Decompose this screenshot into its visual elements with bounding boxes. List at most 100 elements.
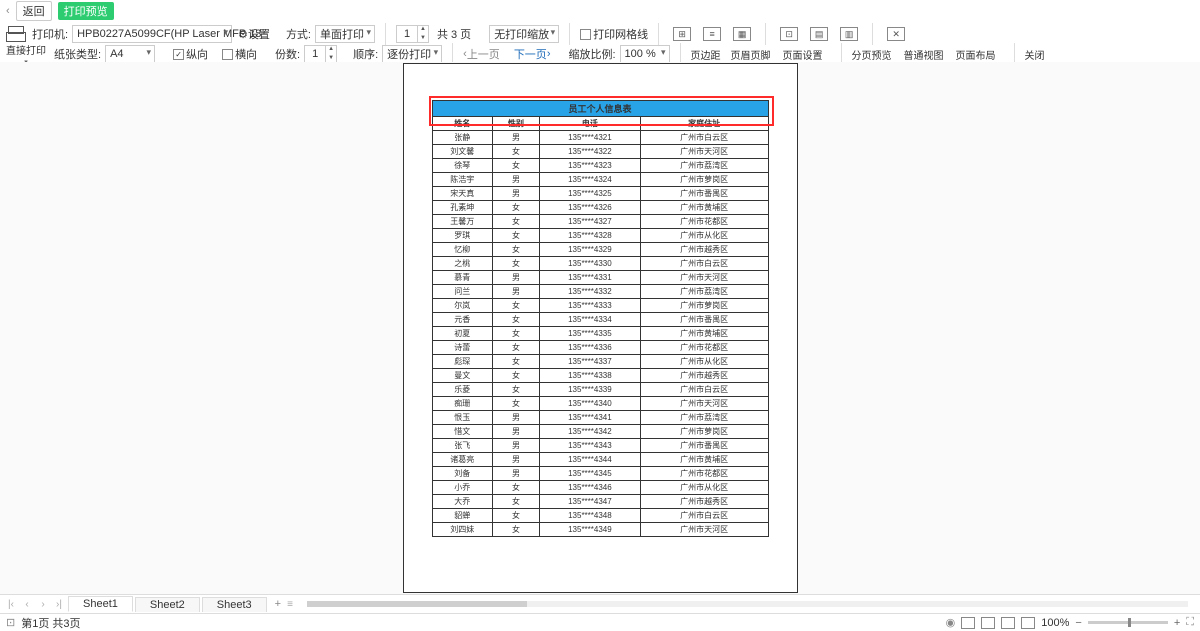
table-row: 刘备男135****4345广州市花都区: [432, 467, 768, 481]
table-row: 王馨万女135****4327广州市花都区: [432, 215, 768, 229]
copies-value: 1: [305, 48, 325, 60]
table-row: 之桃女135****4330广州市白云区: [432, 257, 768, 271]
page-preview: 员工个人信息表 姓名 性别 电话 家庭住址 张静男135****4321广州市白…: [403, 63, 798, 593]
tab-sheet3[interactable]: Sheet3: [202, 597, 267, 612]
table-row: 恨玉男135****4341广州市荔湾区: [432, 411, 768, 425]
close-icon: ✕: [887, 27, 905, 41]
normal-view-icon: ▤: [810, 27, 828, 41]
view-mode-4-icon[interactable]: [1021, 617, 1035, 629]
page-spinner[interactable]: 1 ▲▼: [396, 25, 429, 43]
table-row: 尔岚女135****4333广州市萝岗区: [432, 299, 768, 313]
table-row: 小乔女135****4346广州市从化区: [432, 481, 768, 495]
mode-label: 方式:: [286, 26, 311, 42]
table-row: 诸葛亮男135****4344广州市黄埔区: [432, 453, 768, 467]
view-mode-3-icon[interactable]: [1001, 617, 1015, 629]
spin-down-icon[interactable]: ▼: [418, 34, 428, 43]
zoom-out-button[interactable]: −: [1075, 617, 1081, 629]
view-mode-1-icon[interactable]: [961, 617, 975, 629]
table-row: 罗琪女135****4328广州市从化区: [432, 229, 768, 243]
printer-select[interactable]: HPB0227A5099CF(HP Laser MFP 13: [72, 25, 232, 43]
table-row: 陈浩宇男135****4324广州市萝岗区: [432, 173, 768, 187]
normal-view-label: 普通视图: [904, 47, 952, 62]
view-mode-2-icon[interactable]: [981, 617, 995, 629]
gridlines-checkbox[interactable]: 打印网格线: [580, 26, 648, 42]
prev-page-button[interactable]: ‹ 上一页: [463, 46, 500, 62]
page-layout-icon: ▥: [840, 27, 858, 41]
margins-button[interactable]: ⊞: [669, 27, 695, 41]
zoom-slider[interactable]: [1088, 621, 1168, 624]
paper-type-label: 纸张类型:: [54, 46, 101, 62]
paper-type-select[interactable]: A4: [105, 45, 155, 63]
table-row: 孔素坤女135****4326广州市黄埔区: [432, 201, 768, 215]
fullscreen-icon[interactable]: ⛶: [1186, 616, 1194, 629]
tab-first-icon[interactable]: |‹: [4, 599, 18, 610]
next-page-button[interactable]: 下一页 ›: [514, 46, 551, 62]
print-preview-badge: 打印预览: [58, 2, 114, 20]
checkbox-icon: [580, 29, 591, 40]
direct-print-label: 直接打印: [6, 42, 46, 57]
copies-spinner[interactable]: 1 ▲▼: [304, 45, 337, 63]
portrait-checkbox[interactable]: ✓纵向: [173, 46, 208, 62]
page-preview-icon: ⊡: [780, 27, 798, 41]
mode-select[interactable]: 单面打印: [315, 25, 375, 43]
close-button[interactable]: ✕: [883, 27, 909, 41]
copies-label: 份数:: [275, 46, 300, 62]
page-setup-label: 页面设置: [783, 47, 831, 62]
spin-up-icon[interactable]: ▲: [326, 45, 336, 54]
table-row: 问兰男135****4332广州市荔湾区: [432, 285, 768, 299]
checkbox-icon: ✓: [173, 49, 184, 60]
tab-sheet2[interactable]: Sheet2: [135, 597, 200, 612]
header-footer-icon: ≡: [703, 27, 721, 41]
table-row: 忆柳女135****4329广州市越秀区: [432, 243, 768, 257]
table-row: 刘四妹女135****4349广州市天河区: [432, 523, 768, 537]
print-button[interactable]: [6, 26, 24, 42]
tab-next-icon[interactable]: ›: [36, 599, 50, 610]
page-total: 共 3 页: [437, 26, 471, 42]
return-button[interactable]: 返回: [16, 1, 52, 21]
normal-view-button[interactable]: ▤: [806, 27, 832, 41]
tab-add-button[interactable]: +: [275, 598, 281, 610]
data-table: 员工个人信息表 姓名 性别 电话 家庭住址 张静男135****4321广州市白…: [432, 100, 769, 537]
spin-up-icon[interactable]: ▲: [418, 25, 428, 34]
zoom-in-button[interactable]: +: [1174, 617, 1180, 629]
table-row: 张静男135****4321广州市白云区: [432, 131, 768, 145]
table-header-row: 姓名 性别 电话 家庭住址: [432, 117, 768, 131]
scroll-thumb[interactable]: [307, 601, 527, 607]
landscape-checkbox[interactable]: 横向: [222, 46, 257, 62]
close-label: 关闭: [1025, 47, 1055, 62]
horizontal-scrollbar[interactable]: [307, 601, 1188, 607]
table-row: 曼文女135****4338广州市越秀区: [432, 369, 768, 383]
order-select[interactable]: 逐份打印: [382, 45, 442, 63]
printer-icon: [6, 26, 24, 42]
table-row: 乐菱女135****4339广州市白云区: [432, 383, 768, 397]
page-layout-button[interactable]: ▥: [836, 27, 862, 41]
eye-icon[interactable]: ◉: [946, 616, 956, 629]
order-label: 顺序:: [353, 46, 378, 62]
back-chevron-icon[interactable]: ‹: [6, 5, 10, 17]
table-row: 初夏女135****4335广州市黄埔区: [432, 327, 768, 341]
page-setup-button[interactable]: ▦: [729, 27, 755, 41]
scale-select[interactable]: 无打印缩放: [489, 25, 559, 43]
table-row: 痴珊女135****4340广州市天河区: [432, 397, 768, 411]
page-layout-label: 页面布局: [956, 47, 1004, 62]
table-row: 宋天真男135****4325广州市番禺区: [432, 187, 768, 201]
table-row: 诗蕾女135****4336广州市花都区: [432, 341, 768, 355]
header-footer-button[interactable]: ≡: [699, 27, 725, 41]
corner-icon[interactable]: ⊡: [6, 616, 15, 629]
tab-last-icon[interactable]: ›|: [52, 599, 66, 610]
table-row: 貂蝉女135****4348广州市白云区: [432, 509, 768, 523]
page-preview-button[interactable]: ⊡: [776, 27, 802, 41]
table-row: 徐琴女135****4323广州市荔湾区: [432, 159, 768, 173]
tab-list-icon[interactable]: ≡: [283, 599, 297, 610]
tab-sheet1[interactable]: Sheet1: [68, 596, 133, 612]
tab-prev-icon[interactable]: ‹: [20, 599, 34, 610]
status-zoom: 100%: [1041, 617, 1069, 629]
zoom-select[interactable]: 100 %: [620, 45, 670, 63]
table-row: 彪琛女135****4337广州市从化区: [432, 355, 768, 369]
printer-label: 打印机:: [32, 26, 68, 42]
page-value: 1: [397, 28, 417, 40]
page-setup-icon: ▦: [733, 27, 751, 41]
table-title: 员工个人信息表: [432, 101, 768, 117]
margins-icon: ⊞: [673, 27, 691, 41]
zoom-label: 缩放比例:: [568, 46, 615, 62]
